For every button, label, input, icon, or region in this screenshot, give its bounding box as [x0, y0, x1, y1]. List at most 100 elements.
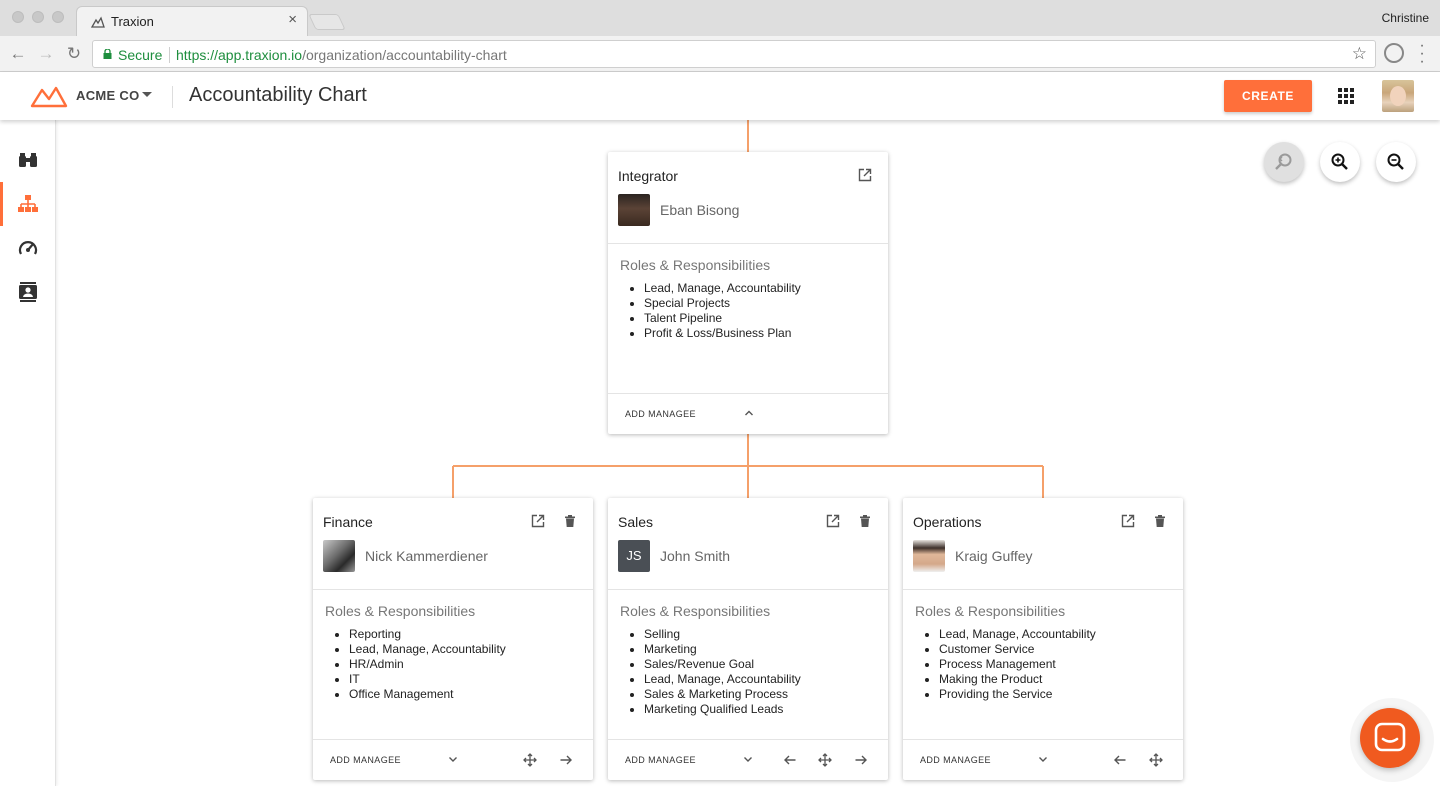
card-divider: [313, 589, 593, 590]
trash-icon[interactable]: [563, 514, 577, 528]
roles-list: Selling Marketing Sales/Revenue Goal Lea…: [644, 627, 801, 717]
role-item: Reporting: [349, 627, 506, 642]
zoom-in-icon: [1331, 153, 1348, 170]
add-managee-button[interactable]: ADD MANAGEE: [920, 755, 991, 765]
card-footer: ADD MANAGEE: [903, 739, 1183, 780]
arrow-right-icon[interactable]: [559, 753, 573, 767]
sidebar-item-vision[interactable]: [0, 138, 56, 182]
seat-card-finance[interactable]: Finance Nick Kammerdiener Roles & Respon…: [313, 498, 593, 780]
new-tab-button[interactable]: [308, 14, 346, 30]
card-footer: ADD MANAGEE: [608, 739, 888, 780]
chevron-down-icon[interactable]: [447, 753, 459, 765]
open-external-icon[interactable]: [1121, 514, 1135, 528]
zoom-reset-button[interactable]: [1264, 142, 1304, 182]
url-host: https://app.traxion.io: [176, 47, 303, 63]
move-icon[interactable]: [818, 753, 832, 767]
zoom-reset-icon: [1275, 153, 1292, 170]
role-item: Making the Product: [939, 672, 1096, 687]
tab-title: Traxion: [111, 14, 154, 29]
arrow-left-icon[interactable]: [783, 753, 797, 767]
address-bar[interactable]: Secure https://app.traxion.io/organizati…: [92, 40, 1376, 68]
seat-title: Finance: [323, 514, 373, 530]
role-item: Process Management: [939, 657, 1096, 672]
add-managee-button[interactable]: ADD MANAGEE: [625, 755, 696, 765]
person-name: Nick Kammerdiener: [365, 548, 488, 564]
window-close-dot[interactable]: [12, 11, 24, 23]
roles-heading: Roles & Responsibilities: [915, 603, 1066, 619]
person-avatar: [323, 540, 355, 572]
open-external-icon[interactable]: [531, 514, 545, 528]
trash-icon[interactable]: [1153, 514, 1167, 528]
card-divider: [608, 589, 888, 590]
apps-grid-icon[interactable]: [1338, 88, 1354, 104]
page-title: Accountability Chart: [189, 84, 367, 106]
chevron-up-icon[interactable]: [743, 407, 755, 419]
extension-icon[interactable]: [1384, 43, 1404, 63]
org-switcher[interactable]: ACME CO: [76, 88, 140, 103]
add-managee-button[interactable]: ADD MANAGEE: [330, 755, 401, 765]
roles-heading: Roles & Responsibilities: [620, 257, 771, 273]
open-external-icon[interactable]: [858, 168, 872, 182]
seat-card-operations[interactable]: Operations Kraig Guffey Roles & Responsi…: [903, 498, 1183, 780]
seat-card-sales[interactable]: Sales JS John Smith Roles & Responsibili…: [608, 498, 888, 780]
roles-list: Lead, Manage, Accountability Customer Se…: [939, 627, 1096, 702]
seat-title: Integrator: [618, 168, 678, 184]
role-item: HR/Admin: [349, 657, 506, 672]
left-sidebar: [0, 120, 56, 786]
forward-arrow-icon[interactable]: →: [35, 43, 57, 65]
person-name: John Smith: [660, 548, 731, 564]
zoom-out-icon: [1387, 153, 1404, 170]
chevron-down-icon[interactable]: [742, 753, 754, 765]
role-item: Selling: [644, 627, 801, 642]
roles-heading: Roles & Responsibilities: [620, 603, 771, 619]
url-text: https://app.traxion.io/organization/acco…: [176, 47, 507, 63]
create-button[interactable]: CREATE: [1224, 80, 1312, 112]
card-divider: [903, 589, 1183, 590]
sidebar-item-people[interactable]: [0, 270, 56, 314]
binoculars-icon: [19, 153, 37, 167]
role-item: Sales & Marketing Process: [644, 687, 801, 702]
traxion-logo-icon[interactable]: [30, 84, 68, 108]
arrow-right-icon[interactable]: [854, 753, 868, 767]
trash-icon[interactable]: [858, 514, 872, 528]
role-item: Lead, Manage, Accountability: [644, 672, 801, 687]
person-name: Kraig Guffey: [955, 548, 1033, 564]
browser-tab-traxion[interactable]: Traxion ×: [76, 6, 308, 36]
browser-profile-name[interactable]: Christine: [1382, 11, 1429, 25]
card-footer: ADD MANAGEE: [608, 393, 888, 434]
role-item: Providing the Service: [939, 687, 1096, 702]
chat-launcher-button[interactable]: [1360, 708, 1420, 768]
window-minimize-dot[interactable]: [32, 11, 44, 23]
back-arrow-icon[interactable]: ←: [7, 43, 29, 65]
role-item: Office Management: [349, 687, 506, 702]
browser-menu-icon[interactable]: · · ·: [1414, 38, 1430, 70]
traxion-favicon-icon: [91, 16, 105, 28]
tab-close-icon[interactable]: ×: [288, 12, 297, 28]
arrow-left-icon[interactable]: [1113, 753, 1127, 767]
role-item: Sales/Revenue Goal: [644, 657, 801, 672]
zoom-in-button[interactable]: [1320, 142, 1360, 182]
user-avatar[interactable]: [1382, 80, 1414, 112]
roles-list: Lead, Manage, Accountability Special Pro…: [644, 281, 801, 341]
open-external-icon[interactable]: [826, 514, 840, 528]
person-initials-avatar: JS: [618, 540, 650, 572]
move-icon[interactable]: [523, 753, 537, 767]
move-icon[interactable]: [1149, 753, 1163, 767]
reload-icon[interactable]: ↻: [63, 43, 85, 65]
sidebar-item-accountability-chart[interactable]: [0, 182, 56, 226]
caret-down-icon[interactable]: [142, 92, 152, 97]
seat-card-integrator[interactable]: Integrator Eban Bisong Roles & Responsib…: [608, 152, 888, 434]
role-item: Lead, Manage, Accountability: [644, 281, 801, 296]
contact-card-icon: [19, 282, 37, 302]
window-zoom-dot[interactable]: [52, 11, 64, 23]
browser-toolbar: ← → ↻ Secure https://app.traxion.io/orga…: [0, 36, 1440, 72]
zoom-out-button[interactable]: [1376, 142, 1416, 182]
chevron-down-icon[interactable]: [1037, 753, 1049, 765]
add-managee-button[interactable]: ADD MANAGEE: [625, 409, 696, 419]
seat-title: Sales: [618, 514, 654, 530]
sidebar-item-scorecard[interactable]: [0, 226, 56, 270]
chat-icon: [1374, 722, 1406, 752]
bookmark-star-icon[interactable]: ☆: [1352, 44, 1367, 64]
role-item: Profit & Loss/Business Plan: [644, 326, 801, 341]
chart-canvas[interactable]: Integrator Eban Bisong Roles & Responsib…: [57, 120, 1440, 786]
